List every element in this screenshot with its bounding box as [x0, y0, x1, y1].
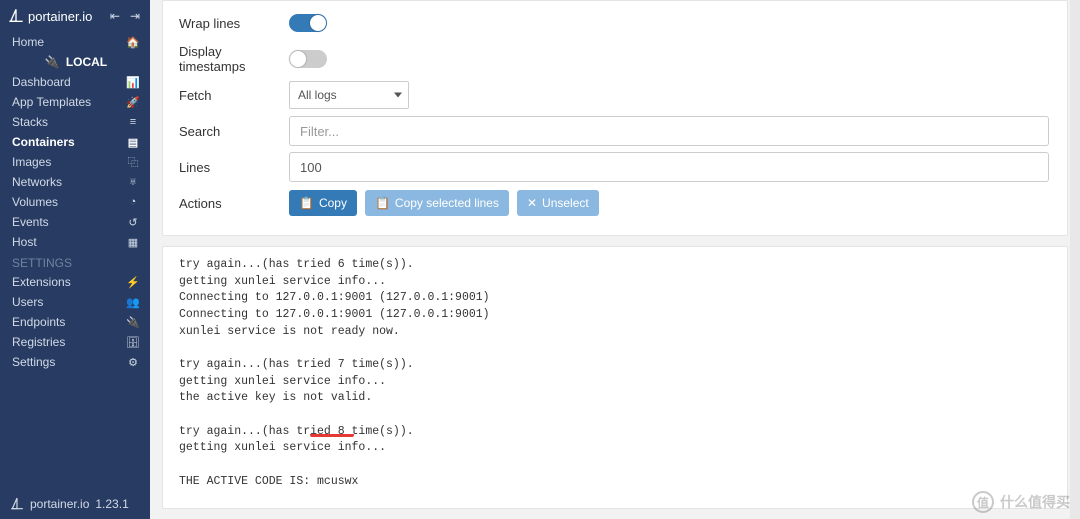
sidebar-endpoint-local[interactable]: 🔌 LOCAL: [0, 52, 150, 72]
sidebar-item-label: Volumes: [12, 195, 58, 209]
sidebar-item-containers[interactable]: Containers ▤: [0, 132, 150, 152]
th-icon: ▦: [126, 236, 140, 249]
plug-icon: 🔌: [126, 316, 140, 329]
copy-selected-button[interactable]: 📋 Copy selected lines: [365, 190, 509, 216]
lines-label: Lines: [179, 160, 289, 175]
collapse-right-icon[interactable]: ⇥: [130, 9, 140, 23]
lines-row: Lines: [179, 149, 1051, 185]
copy-icon: 📋: [299, 196, 314, 210]
sidebar-item-label: Home: [12, 35, 44, 49]
sitemap-icon: ♅: [126, 176, 140, 188]
fetch-row: Fetch All logs: [179, 77, 1051, 113]
clone-icon: ⿻: [126, 154, 140, 170]
copy-selected-button-label: Copy selected lines: [395, 196, 499, 210]
search-input[interactable]: [289, 116, 1049, 146]
sidebar-item-label: Stacks: [12, 115, 48, 129]
sidebar-item-extensions[interactable]: Extensions ⚡: [0, 272, 150, 292]
sidebar-item-home[interactable]: Home 🏠: [0, 32, 150, 52]
sidebar-item-networks[interactable]: Networks ♅: [0, 172, 150, 192]
wrap-lines-toggle[interactable]: [289, 14, 327, 32]
footer-version: 1.23.1: [95, 497, 128, 511]
unselect-button-label: Unselect: [542, 196, 589, 210]
sidebar-item-label: Endpoints: [12, 315, 65, 329]
collapse-left-icon[interactable]: ⇤: [110, 9, 120, 23]
log-controls-panel: Wrap lines Display timestamps Fetch All …: [162, 0, 1068, 236]
sidebar-item-label: Events: [12, 215, 49, 229]
history-icon: ↺: [126, 216, 140, 229]
copy-icon: 📋: [375, 196, 390, 210]
lines-input[interactable]: [289, 152, 1049, 182]
sail-icon: [8, 8, 24, 24]
display-timestamps-label: Display timestamps: [179, 44, 289, 74]
list-icon: ≡: [126, 116, 140, 128]
log-output-panel: try again...(has tried 6 time(s)). getti…: [162, 246, 1068, 509]
actions-label: Actions: [179, 196, 289, 211]
sidebar-item-endpoints[interactable]: Endpoints 🔌: [0, 312, 150, 332]
sidebar-item-host[interactable]: Host ▦: [0, 232, 150, 252]
search-row: Search: [179, 113, 1051, 149]
wrap-lines-row: Wrap lines: [179, 5, 1051, 41]
fetch-label: Fetch: [179, 88, 289, 103]
scrollbar[interactable]: [1070, 0, 1080, 519]
server-icon: ▤: [126, 136, 140, 149]
sidebar-item-label: Networks: [12, 175, 62, 189]
copy-button[interactable]: 📋 Copy: [289, 190, 357, 216]
display-timestamps-toggle[interactable]: [289, 50, 327, 68]
sidebar-item-label: Dashboard: [12, 75, 71, 89]
sidebar-item-label: Extensions: [12, 275, 71, 289]
footer-brand: portainer.io: [30, 497, 89, 511]
sidebar: portainer.io ⇤ ⇥ Home 🏠 🔌 LOCAL Dashboar…: [0, 0, 150, 519]
sidebar-item-volumes[interactable]: Volumes ◔: [0, 192, 150, 212]
wrap-lines-label: Wrap lines: [179, 16, 289, 31]
actions-row: Actions 📋 Copy 📋 Copy selected lines ✕ U…: [179, 185, 1051, 221]
active-code-underline: [310, 433, 354, 437]
hdd-icon: ◔: [126, 196, 140, 208]
sidebar-footer: portainer.io 1.23.1: [0, 489, 150, 519]
tachometer-icon: 📊: [126, 76, 140, 89]
sidebar-item-label: Registries: [12, 335, 65, 349]
caret-down-icon: [394, 93, 402, 98]
cogs-icon: ⚙: [126, 356, 140, 369]
sidebar-item-images[interactable]: Images ⿻: [0, 152, 150, 172]
home-icon: 🏠: [126, 36, 140, 49]
sidebar-item-users[interactable]: Users 👥: [0, 292, 150, 312]
brand-logo[interactable]: portainer.io: [8, 8, 92, 24]
fetch-select-value: All logs: [298, 88, 337, 102]
display-timestamps-row: Display timestamps: [179, 41, 1051, 77]
sidebar-item-label: Settings: [12, 355, 55, 369]
sidebar-item-registries[interactable]: Registries 🗄: [0, 332, 150, 352]
database-icon: 🗄: [126, 336, 140, 349]
users-icon: 👥: [126, 296, 140, 309]
sidebar-item-label: Images: [12, 155, 51, 169]
sidebar-item-label: Containers: [12, 135, 75, 149]
brand-name: portainer.io: [28, 9, 92, 24]
close-icon: ✕: [527, 196, 537, 210]
sidebar-item-label: Host: [12, 235, 37, 249]
plug-icon: 🔌: [45, 55, 60, 69]
sidebar-item-label: Users: [12, 295, 43, 309]
sidebar-item-settings[interactable]: Settings ⚙: [0, 352, 150, 372]
unselect-button[interactable]: ✕ Unselect: [517, 190, 599, 216]
search-label: Search: [179, 124, 289, 139]
sidebar-item-app-templates[interactable]: App Templates 🚀: [0, 92, 150, 112]
fetch-select[interactable]: All logs: [289, 81, 409, 109]
sidebar-item-dashboard[interactable]: Dashboard 📊: [0, 72, 150, 92]
sidebar-section-settings: SETTINGS: [0, 252, 150, 272]
sidebar-item-stacks[interactable]: Stacks ≡: [0, 112, 150, 132]
sidebar-local-label: LOCAL: [66, 55, 107, 69]
sail-icon: [10, 497, 24, 511]
bolt-icon: ⚡: [126, 276, 140, 289]
sidebar-header: portainer.io ⇤ ⇥: [0, 0, 150, 32]
sidebar-item-events[interactable]: Events ↺: [0, 212, 150, 232]
copy-button-label: Copy: [319, 196, 347, 210]
sidebar-item-label: App Templates: [12, 95, 91, 109]
log-output[interactable]: try again...(has tried 6 time(s)). getti…: [179, 257, 1051, 509]
rocket-icon: 🚀: [126, 96, 140, 109]
main-content: Wrap lines Display timestamps Fetch All …: [150, 0, 1080, 519]
